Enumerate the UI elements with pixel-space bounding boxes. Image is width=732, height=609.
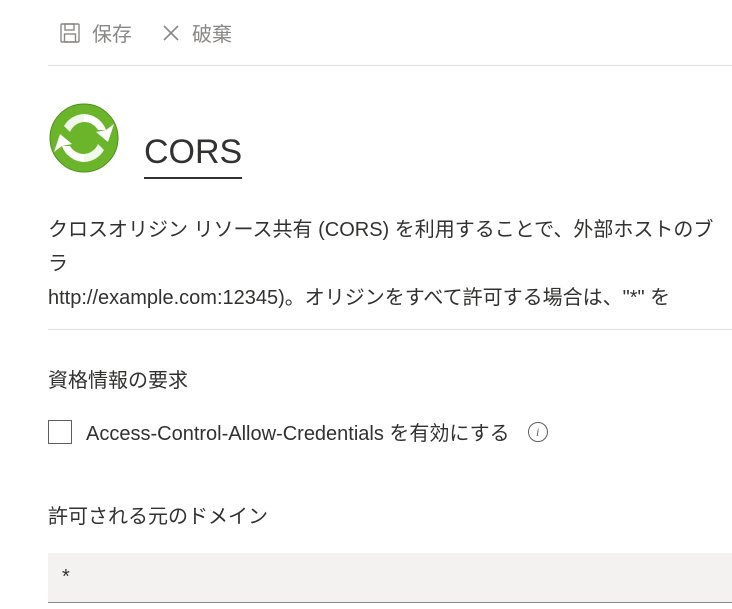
allowed-origins-label: 許可される元のドメイン <box>48 500 732 529</box>
close-icon <box>160 22 182 44</box>
save-button[interactable]: 保存 <box>58 18 132 47</box>
save-icon <box>58 21 82 45</box>
discard-button[interactable]: 破棄 <box>160 18 232 47</box>
cors-description: クロスオリジン リソース共有 (CORS) を利用することで、外部ホストのブラ … <box>48 213 732 330</box>
credentials-section-label: 資格情報の要求 <box>48 364 732 393</box>
app-icon <box>48 102 120 179</box>
allowed-origin-input[interactable] <box>48 553 732 603</box>
content-area: CORS クロスオリジン リソース共有 (CORS) を利用することで、外部ホス… <box>0 66 732 603</box>
toolbar: 保存 破棄 <box>0 0 732 65</box>
save-label: 保存 <box>92 18 132 47</box>
title-row: CORS <box>48 102 732 179</box>
description-line-1: クロスオリジン リソース共有 (CORS) を利用することで、外部ホストのブラ <box>48 213 732 281</box>
credentials-checkbox-row: Access-Control-Allow-Credentials を有効にする … <box>48 417 732 446</box>
page-title: CORS <box>144 134 242 179</box>
description-line-2: http://example.com:12345)。オリジンをすべて許可する場合… <box>48 281 732 315</box>
credentials-checkbox[interactable] <box>48 420 72 444</box>
info-icon[interactable]: i <box>528 422 548 442</box>
discard-label: 破棄 <box>192 18 232 47</box>
credentials-checkbox-label: Access-Control-Allow-Credentials を有効にする <box>86 417 510 446</box>
